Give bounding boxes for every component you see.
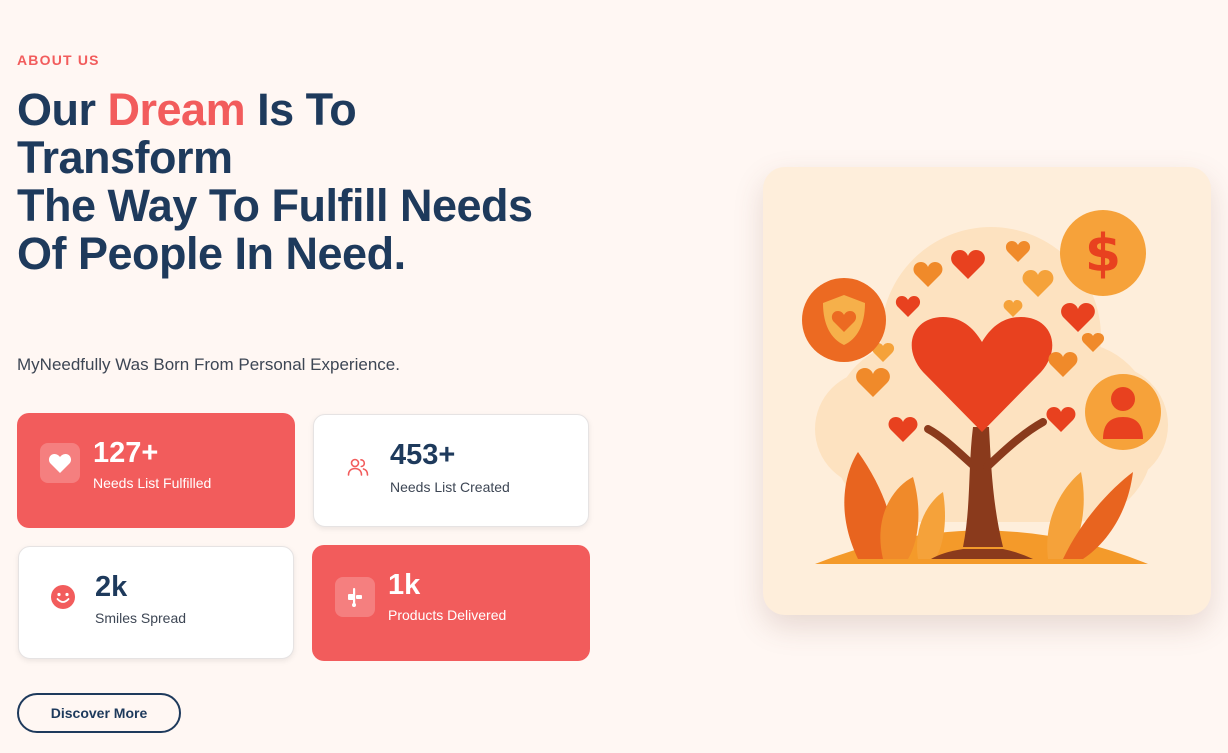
- stat-value: 1k: [388, 569, 421, 601]
- svg-text:$: $: [1085, 224, 1121, 284]
- users-icon: [344, 453, 372, 481]
- headline-line2: The Way To Fulfill Needs: [17, 180, 533, 231]
- discover-more-button[interactable]: Discover More: [17, 693, 181, 733]
- headline-line3: Of People In Need.: [17, 228, 406, 279]
- stat-card-created: 453+ Needs List Created: [313, 414, 589, 527]
- stat-value: 453+: [390, 439, 456, 471]
- heart-tree-illustration: $: [763, 167, 1211, 615]
- dolly-icon: [335, 577, 375, 617]
- subtitle: MyNeedfully Was Born From Personal Exper…: [17, 355, 400, 374]
- headline-part1: Our: [17, 84, 108, 135]
- heart-icon: [40, 443, 80, 483]
- stat-value: 2k: [95, 571, 128, 603]
- headline-accent: Dream: [107, 84, 246, 135]
- stat-label: Needs List Created: [390, 479, 510, 495]
- stat-card-fulfilled: 127+ Needs List Fulfilled: [17, 413, 295, 528]
- stat-label: Smiles Spread: [95, 610, 187, 626]
- smile-icon: [49, 583, 77, 611]
- stat-value: 127+: [93, 437, 159, 469]
- page-title: Our Dream Is To Transform The Way To Ful…: [17, 86, 577, 278]
- stat-label: Products Delivered: [388, 607, 507, 623]
- stat-card-delivered: 1k Products Delivered: [312, 545, 590, 661]
- stat-label: Needs List Fulfilled: [93, 475, 212, 491]
- eyebrow-label: ABOUT US: [17, 52, 100, 68]
- stat-card-smiles: 2k Smiles Spread: [18, 546, 294, 659]
